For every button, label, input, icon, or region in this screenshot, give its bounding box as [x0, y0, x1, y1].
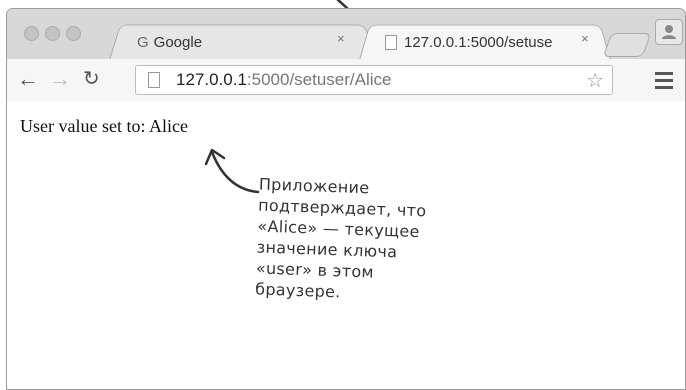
tab-google-label: Google — [153, 33, 203, 51]
user-value-text: User value set to: Alice — [20, 116, 188, 136]
url-path: :5000/setuser/Alice — [246, 70, 392, 89]
tab-setuser-content: 127.0.0.1:5000/setuse — [385, 31, 552, 53]
maximize-window-button[interactable] — [66, 26, 81, 41]
url-text: 127.0.0.1:5000/setuser/Alice — [176, 70, 392, 90]
menu-icon[interactable] — [655, 72, 673, 89]
forward-icon[interactable]: → — [49, 67, 71, 91]
tab-setuser-label: 127.0.0.1:5000/setuse — [404, 33, 553, 51]
url-host: 127.0.0.1 — [176, 70, 247, 89]
tab-google-content: G Google — [137, 31, 202, 53]
minimize-window-button[interactable] — [45, 26, 60, 41]
page-icon — [148, 72, 160, 88]
tab-google-close-icon[interactable]: × — [337, 31, 345, 46]
back-icon[interactable]: ← — [17, 67, 39, 91]
star-icon[interactable]: ☆ — [586, 68, 604, 93]
title-bar: G Google × 127.0.0.1:5000/setuse × — [7, 9, 685, 60]
close-window-button[interactable] — [24, 26, 39, 41]
reload-icon[interactable]: ↻ — [83, 67, 100, 91]
tab-setuser-close-icon[interactable]: × — [581, 31, 589, 46]
address-bar[interactable]: 127.0.0.1:5000/setuser/Alice ☆ — [135, 65, 613, 95]
page-icon — [385, 34, 397, 50]
new-tab-button[interactable] — [602, 33, 652, 57]
toolbar: ← → ↻ 127.0.0.1:5000/setuser/Alice ☆ — [7, 59, 685, 102]
annotation-note: Приложение подтверждает, что «Alice» — т… — [255, 174, 519, 309]
user-icon — [662, 25, 676, 39]
profile-button[interactable] — [655, 19, 683, 45]
google-icon: G — [137, 33, 149, 51]
